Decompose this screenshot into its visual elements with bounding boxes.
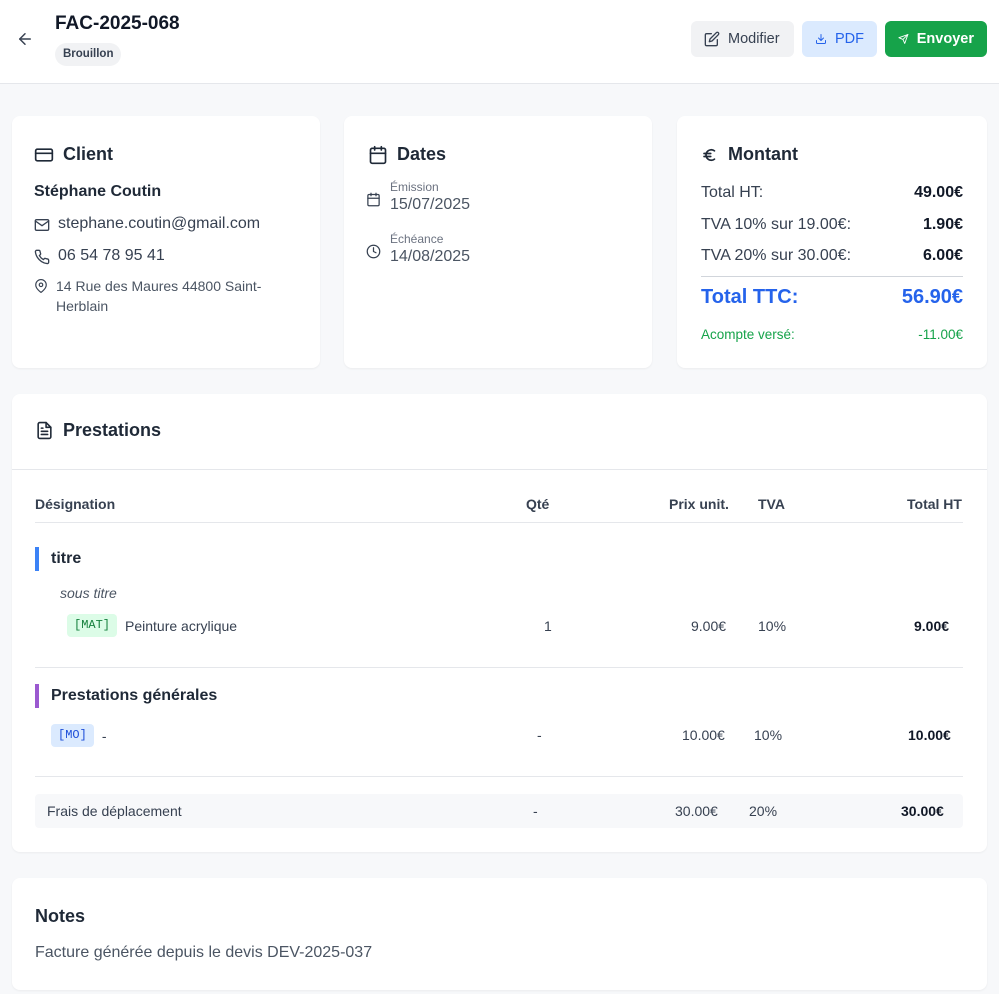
acompte-row: Acompte versé: -11.00€ — [701, 327, 963, 342]
pdf-label: PDF — [835, 31, 864, 47]
calendar-icon — [369, 145, 387, 164]
tva20-row: TVA 20% sur 30.00€: 6.00€ — [701, 247, 963, 265]
envoyer-button[interactable]: Envoyer — [885, 21, 987, 57]
prestations-title-text: Prestations — [63, 420, 162, 440]
invoice-number: FAC-2025-068 — [55, 13, 180, 34]
echeance-label: Échéance — [390, 232, 444, 246]
card-icon — [34, 147, 54, 162]
modifier-button[interactable]: Modifier — [691, 21, 794, 57]
tva10-label: TVA 10% sur 19.00€: — [701, 216, 852, 233]
montant-card-title: Montant — [701, 144, 798, 165]
modifier-label: Modifier — [728, 31, 780, 47]
calendar-small-icon — [367, 192, 380, 207]
col-designation: Désignation — [35, 496, 116, 512]
dates-title-text: Dates — [397, 144, 447, 164]
total-ht-value: 49.00€ — [914, 184, 963, 201]
item-tva: 10% — [754, 727, 783, 743]
tva10-row: TVA 10% sur 19.00€: 1.90€ — [701, 216, 963, 234]
status-badge: Brouillon — [55, 43, 122, 66]
send-icon — [898, 34, 909, 44]
prestations-divider — [12, 469, 987, 470]
notes-text: Facture générée depuis le devis DEV-2025… — [35, 944, 373, 961]
total-ht-label: Total HT: — [701, 184, 764, 201]
col-qte: Qté — [526, 496, 550, 512]
item-qte: 1 — [544, 618, 552, 634]
item-total: 10.00€ — [908, 727, 951, 743]
col-total: Total HT — [907, 496, 962, 512]
col-prix: Prix unit. — [669, 496, 729, 512]
clock-icon — [366, 244, 381, 259]
emission-date-block: Émission 15/07/2025 — [366, 180, 470, 214]
page-header: FAC-2025-068 Brouillon Modifier PDF Envo… — [0, 0, 999, 84]
item-total: 9.00€ — [914, 618, 950, 634]
frais-total: 30.00€ — [901, 803, 944, 819]
client-card-title: Client — [34, 144, 113, 165]
acompte-label: Acompte versé: — [701, 327, 795, 342]
frais-prix: 30.00€ — [675, 803, 718, 819]
item-prix: 10.00€ — [682, 727, 725, 743]
edit-icon — [704, 31, 720, 47]
table-row[interactable]: [MO] - — [51, 724, 106, 747]
back-button[interactable] — [14, 28, 36, 50]
client-address: 14 Rue des Maures 44800 Saint-Herblain — [56, 278, 262, 314]
row-divider — [35, 776, 963, 777]
montant-title-text: Montant — [728, 144, 798, 164]
montant-card: Montant Total HT: 49.00€ TVA 10% sur 19.… — [677, 116, 987, 368]
client-email-row: stephane.coutin@gmail.com — [34, 215, 260, 233]
mail-icon — [34, 219, 50, 231]
envoyer-label: Envoyer — [916, 31, 974, 47]
dates-card-title: Dates — [368, 144, 446, 165]
euro-icon — [703, 148, 716, 161]
tva20-label: TVA 20% sur 30.00€: — [701, 247, 852, 264]
mo-tag: [MO] — [51, 724, 94, 747]
section-subtitle: sous titre — [60, 585, 117, 601]
section-title: titre — [35, 547, 81, 571]
client-phone[interactable]: 06 54 78 95 41 — [58, 247, 165, 265]
client-name: Stéphane Coutin — [34, 183, 162, 200]
acompte-value: -11.00€ — [918, 327, 963, 342]
total-ttc-row: Total TTC: 56.90€ — [701, 286, 963, 309]
client-title-text: Client — [63, 144, 114, 164]
prestations-card: Prestations Désignation Qté Prix unit. T… — [12, 394, 987, 852]
col-tva: TVA — [758, 496, 785, 512]
echeance-date-block: Échéance 14/08/2025 — [366, 232, 470, 266]
client-email[interactable]: stephane.coutin@gmail.com — [58, 215, 260, 233]
client-address-row: 14 Rue des Maures 44800 Saint-Herblain — [34, 276, 296, 316]
pdf-button[interactable]: PDF — [802, 21, 877, 57]
mat-tag: [MAT] — [67, 614, 118, 637]
total-ht-row: Total HT: 49.00€ — [701, 184, 963, 202]
map-pin-icon — [35, 279, 47, 293]
client-phone-row: 06 54 78 95 41 — [34, 247, 165, 265]
item-label: Peinture acrylique — [125, 617, 238, 634]
echeance-value: 14/08/2025 — [390, 248, 471, 265]
emission-value: 15/07/2025 — [390, 196, 471, 213]
download-icon — [816, 34, 826, 44]
phone-icon — [34, 249, 50, 265]
frais-qte: - — [533, 803, 538, 819]
notes-card: Notes Facture générée depuis le devis DE… — [12, 878, 987, 990]
montant-divider — [701, 276, 963, 277]
table-header-line — [35, 522, 963, 523]
tva20-value: 6.00€ — [922, 247, 963, 264]
frais-tva: 20% — [749, 803, 778, 819]
frais-label: Frais de déplacement — [47, 803, 182, 819]
document-icon — [37, 421, 52, 440]
row-divider — [35, 667, 963, 668]
item-qte: - — [537, 727, 542, 743]
client-card: Client Stéphane Coutin stephane.coutin@g… — [12, 116, 320, 368]
table-row[interactable]: [MAT] Peinture acrylique — [67, 614, 237, 637]
item-label: - — [101, 727, 107, 744]
prestations-card-title: Prestations — [35, 420, 161, 441]
notes-title: Notes — [35, 906, 86, 926]
total-ttc-value: 56.90€ — [901, 286, 963, 308]
dates-card: Dates Émission 15/07/2025 Échéance 14/08… — [344, 116, 652, 368]
item-tva: 10% — [758, 618, 787, 634]
emission-label: Émission — [390, 180, 439, 194]
section-title: Prestations générales — [35, 684, 217, 708]
tva10-value: 1.90€ — [922, 216, 963, 233]
arrow-left-icon — [19, 33, 31, 45]
total-ttc-label: Total TTC: — [701, 286, 799, 308]
item-prix: 9.00€ — [691, 618, 727, 634]
